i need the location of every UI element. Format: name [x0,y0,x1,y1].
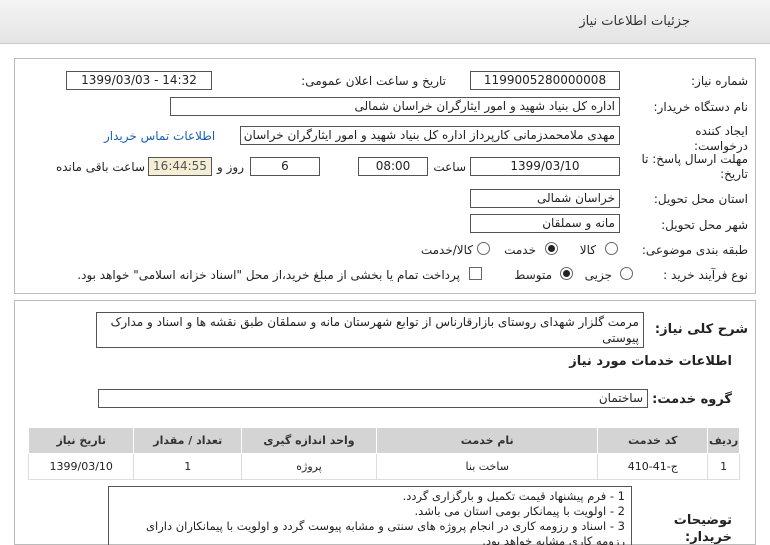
notes-line: 2 - اولویت با پیمانکار بومی استان می باش… [414,504,625,518]
category-radio-service[interactable] [545,242,558,255]
days-label: روز و [217,160,244,174]
deadline-date-field: 1399/03/10 [470,157,620,176]
treasury-payment-text: پرداخت تمام یا بخشی از مبلغ خرید،از محل … [77,268,460,282]
notes-line: رزومه کاری مشابه خواهد بود. [482,534,625,545]
need-number-field: 1199005280000008 [470,71,620,90]
remaining-time-label: ساعت باقی مانده [55,160,145,174]
col-unit: واحد اندازه گیری [241,427,378,454]
notes-label: توضیحات خریدار: [673,513,732,545]
table-row: 1 ج-41-410 ساخت بنا پروژه 1 1399/03/10 [27,453,740,480]
buyer-contact-link[interactable]: اطلاعات تماس خریدار [104,129,215,143]
remaining-time-field: 16:44:55 [148,157,212,176]
col-need-date: تاریخ نیاز [27,427,135,454]
category-radio-goods[interactable] [605,242,618,255]
cell-need-date: 1399/03/10 [27,453,135,480]
col-service-code: کد خدمت [597,427,709,454]
creator-field: مهدی ملامحمدزمانی کارپرداز اداره کل بنیا… [240,126,620,145]
city-label: شهر محل تحویل: [661,218,748,232]
cell-quantity: 1 [133,453,243,480]
deadline-label: مهلت ارسال پاسخ: تا تاریخ: [641,152,748,181]
need-number-label: شماره نیاز: [691,74,748,88]
process-label: نوع فرآیند خرید : [663,268,748,282]
category-option-goods: کالا [579,243,596,257]
process-option-medium: متوسط [514,268,552,282]
services-table: ردیف کد خدمت نام خدمت واحد اندازه گیری ت… [27,427,740,480]
buyer-notes: 1 - فرم پیشنهاد قیمت تکمیل و بارگزاری گر… [108,486,632,545]
process-radio-medium[interactable] [560,267,573,280]
announce-datetime-field: 1399/03/03 - 14:32 [66,71,212,90]
service-group-field: ساختمان [98,389,648,408]
page-header: جزئیات اطلاعات نیاز [0,0,770,44]
col-service-name: نام خدمت [376,427,599,454]
buyer-label: نام دستگاه خریدار: [653,100,749,114]
summary-label: شرح کلی نیاز: [654,322,748,337]
treasury-payment-checkbox[interactable] [469,267,482,280]
category-label: طبقه بندی موضوعی: [641,243,748,257]
services-section-title: اطلاعات خدمات مورد نیاز [569,354,732,369]
process-option-minor: جزیی [584,268,612,282]
category-option-goods-service: کالا/خدمت [420,243,473,257]
services-table-header: ردیف کد خدمت نام خدمت واحد اندازه گیری ت… [27,427,740,454]
announce-label: تاریخ و ساعت اعلان عمومی: [301,74,446,88]
summary-field: مرمت گلزار شهدای روستای بازارقارناس از ت… [96,312,644,348]
page-title: جزئیات اطلاعات نیاز [579,14,690,29]
deadline-hour-field: 08:00 [358,157,428,176]
deadline-hour-label: ساعت [433,160,466,174]
cell-service-name: ساخت بنا [376,453,599,480]
city-field: مانه و سملقان [470,214,620,233]
cell-unit: پروژه [241,453,378,480]
notes-line: 1 - فرم پیشنهاد قیمت تکمیل و بارگزاری گر… [402,489,625,503]
cell-service-code: ج-41-410 [597,453,709,480]
province-field: خراسان شمالی [470,189,620,208]
category-option-service: خدمت [504,243,536,257]
notes-line: 3 - اسناد و رزومه کاری در انجام پروژه ها… [146,519,625,533]
category-radio-goods-service[interactable] [477,242,490,255]
process-radio-minor[interactable] [620,267,633,280]
province-label: استان محل تحویل: [653,192,748,206]
days-remaining-field: 6 [250,157,320,176]
buyer-field: اداره کل بنیاد شهید و امور ایثارگران خرا… [170,97,620,116]
col-row: ردیف [707,427,740,454]
cell-row: 1 [707,453,740,480]
creator-label: ایجاد کننده درخواست: [694,124,748,153]
service-group-label: گروه خدمت: [652,392,732,407]
col-quantity: تعداد / مقدار [133,427,243,454]
